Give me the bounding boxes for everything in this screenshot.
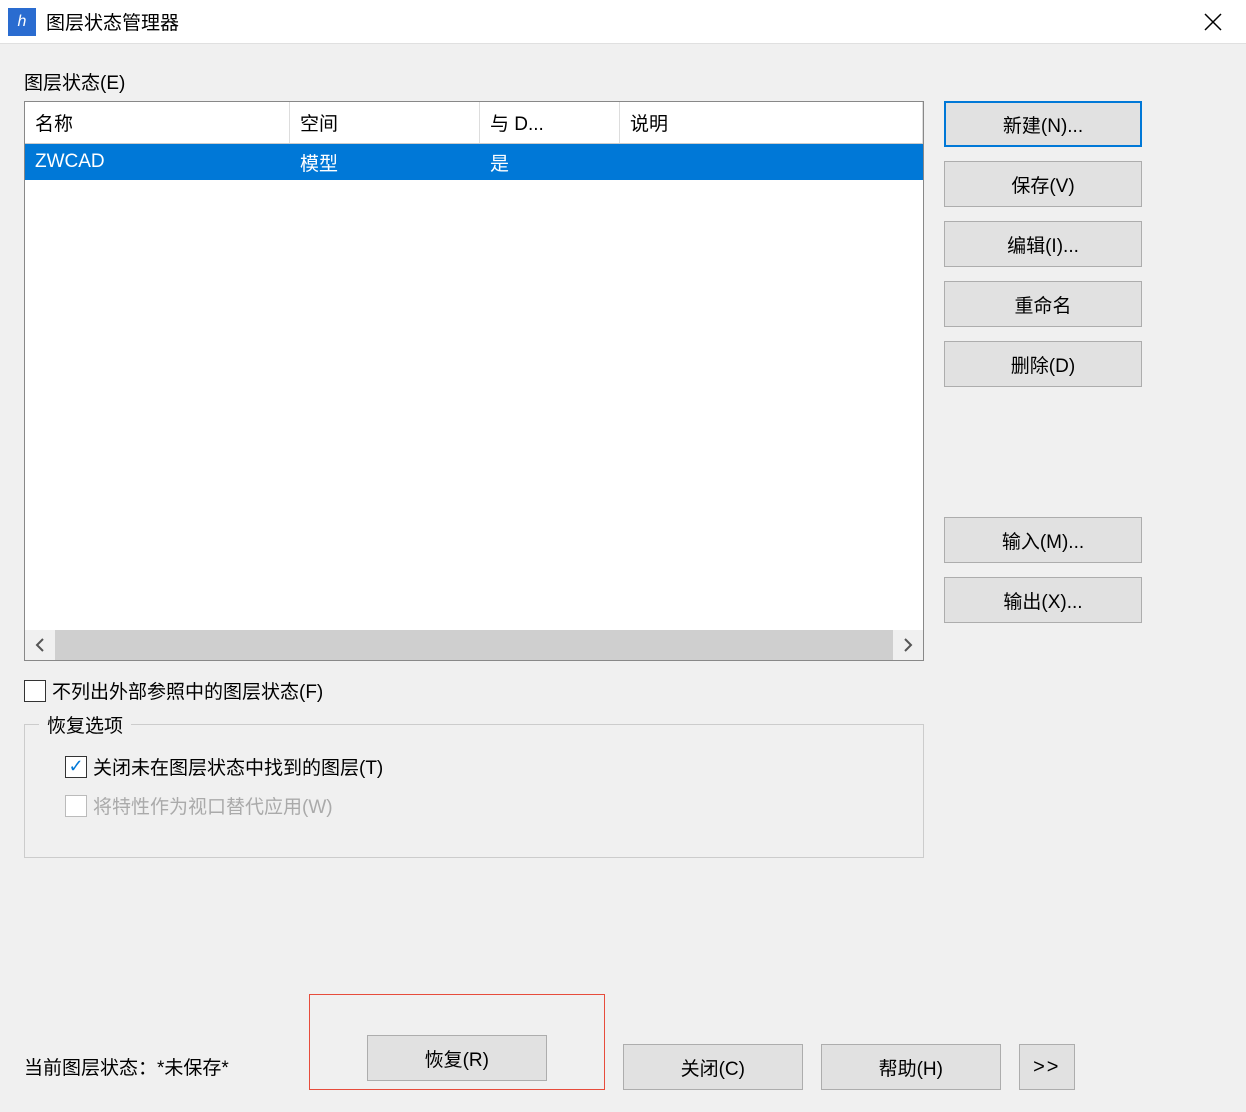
table-body: ZWCAD 模型 是 bbox=[25, 144, 923, 630]
scroll-right-icon[interactable] bbox=[893, 630, 923, 660]
restore-options-fieldset: 恢复选项 ✓ 关闭未在图层状态中找到的图层(T) 将特性作为视口替代应用(W) bbox=[24, 724, 924, 858]
turn-off-missing-label: 关闭未在图层状态中找到的图层(T) bbox=[93, 753, 383, 780]
restore-button[interactable]: 恢复(R) bbox=[367, 1035, 547, 1081]
bottom-buttons: 关闭(C) 帮助(H) >> bbox=[623, 1044, 1075, 1090]
hide-xref-row: 不列出外部参照中的图层状态(F) bbox=[24, 677, 1222, 704]
delete-button[interactable]: 删除(D) bbox=[944, 341, 1142, 387]
scroll-track[interactable] bbox=[55, 630, 893, 660]
side-buttons: 新建(N)... 保存(V) 编辑(I)... 重命名 删除(D) 输入(M).… bbox=[944, 101, 1142, 661]
table-header: 名称 空间 与 D... 说明 bbox=[25, 102, 923, 144]
cell-dwg: 是 bbox=[480, 145, 620, 180]
import-button[interactable]: 输入(M)... bbox=[944, 517, 1142, 563]
current-layer-state: 当前图层状态：*未保存* bbox=[24, 1053, 229, 1090]
viewport-overrides-row: 将特性作为视口替代应用(W) bbox=[65, 792, 901, 819]
hide-xref-label: 不列出外部参照中的图层状态(F) bbox=[52, 677, 323, 704]
cell-space: 模型 bbox=[290, 145, 480, 180]
window-title: 图层状态管理器 bbox=[46, 8, 1188, 35]
turn-off-missing-row: ✓ 关闭未在图层状态中找到的图层(T) bbox=[65, 753, 901, 780]
app-icon: h bbox=[8, 8, 36, 36]
app-icon-glyph: h bbox=[18, 13, 27, 31]
side-gap bbox=[944, 401, 1142, 503]
close-icon[interactable] bbox=[1188, 2, 1238, 42]
restore-options-legend: 恢复选项 bbox=[39, 711, 131, 738]
help-button[interactable]: 帮助(H) bbox=[821, 1044, 1001, 1090]
save-button[interactable]: 保存(V) bbox=[944, 161, 1142, 207]
col-header-space[interactable]: 空间 bbox=[290, 102, 480, 143]
edit-button[interactable]: 编辑(I)... bbox=[944, 221, 1142, 267]
dialog-content: 图层状态(E) 名称 空间 与 D... 说明 ZWCAD 模型 是 bbox=[0, 44, 1246, 1112]
current-state-label: 当前图层状态： bbox=[24, 1058, 157, 1079]
close-button[interactable]: 关闭(C) bbox=[623, 1044, 803, 1090]
horizontal-scrollbar[interactable] bbox=[25, 630, 923, 660]
layer-states-label: 图层状态(E) bbox=[24, 68, 1222, 95]
table-row[interactable]: ZWCAD 模型 是 bbox=[25, 144, 923, 180]
scroll-left-icon[interactable] bbox=[25, 630, 55, 660]
viewport-overrides-checkbox bbox=[65, 795, 87, 817]
cell-name: ZWCAD bbox=[25, 147, 290, 177]
hide-xref-checkbox[interactable] bbox=[24, 680, 46, 702]
cell-description bbox=[620, 158, 923, 166]
restore-highlight-box: 恢复(R) bbox=[309, 994, 605, 1090]
current-state-value: *未保存* bbox=[157, 1058, 229, 1079]
col-header-description[interactable]: 说明 bbox=[620, 102, 923, 143]
new-button[interactable]: 新建(N)... bbox=[944, 101, 1142, 147]
export-button[interactable]: 输出(X)... bbox=[944, 577, 1142, 623]
bottom-row: 当前图层状态：*未保存* 恢复(R) 关闭(C) 帮助(H) >> bbox=[24, 994, 1222, 1090]
expand-button[interactable]: >> bbox=[1019, 1044, 1075, 1090]
viewport-overrides-label: 将特性作为视口替代应用(W) bbox=[93, 792, 333, 819]
col-header-name[interactable]: 名称 bbox=[25, 102, 290, 143]
col-header-dwg[interactable]: 与 D... bbox=[480, 102, 620, 143]
rename-button[interactable]: 重命名 bbox=[944, 281, 1142, 327]
main-row: 名称 空间 与 D... 说明 ZWCAD 模型 是 bbox=[24, 101, 1222, 661]
layer-states-table: 名称 空间 与 D... 说明 ZWCAD 模型 是 bbox=[24, 101, 924, 661]
turn-off-missing-checkbox[interactable]: ✓ bbox=[65, 756, 87, 778]
titlebar: h 图层状态管理器 bbox=[0, 0, 1246, 44]
